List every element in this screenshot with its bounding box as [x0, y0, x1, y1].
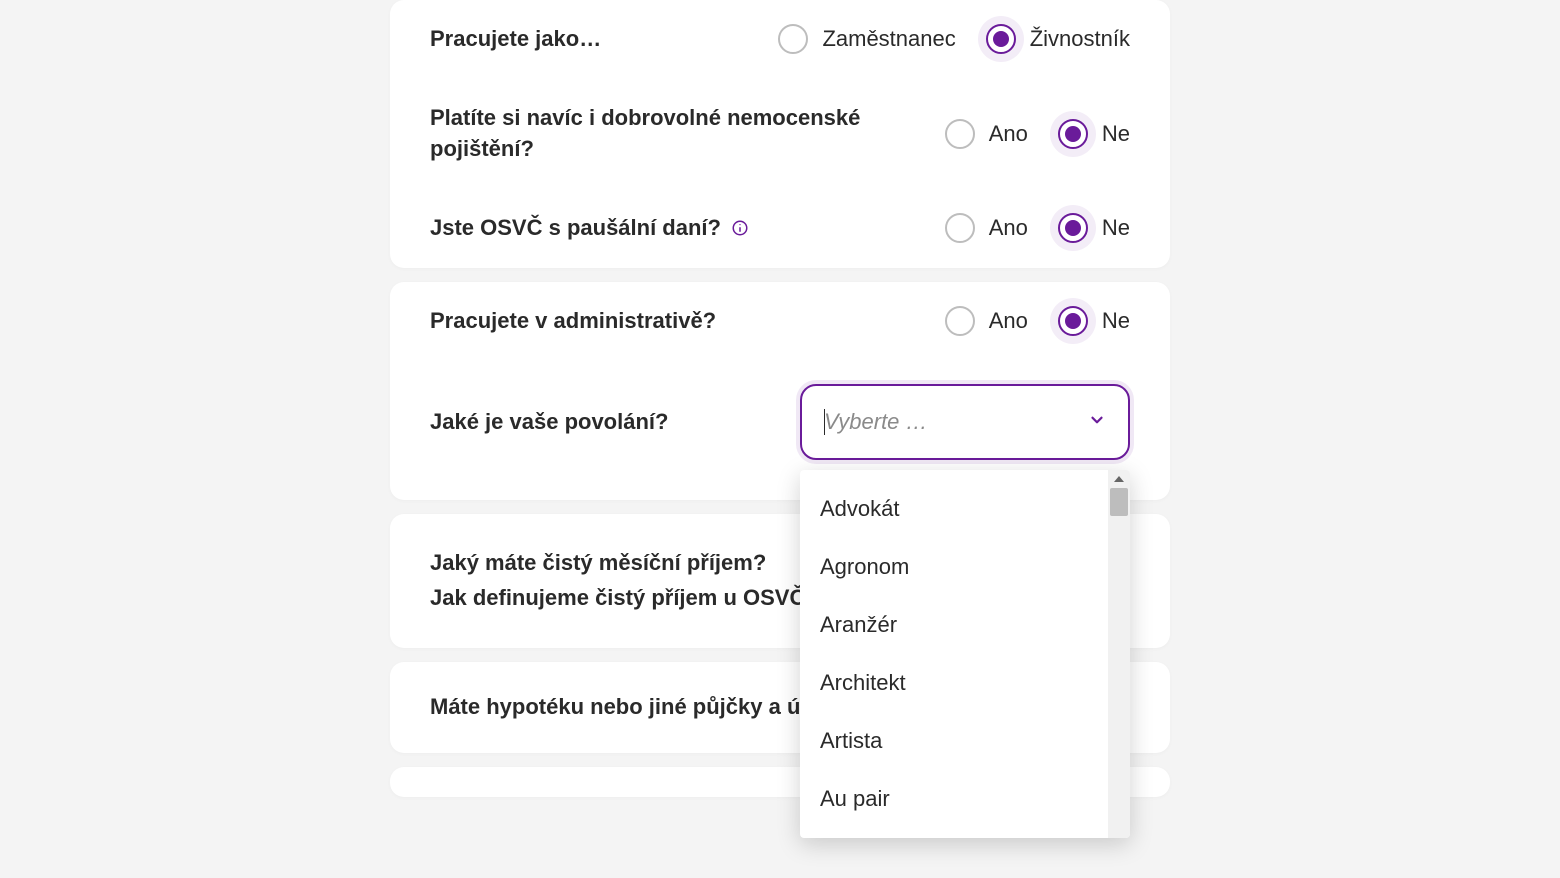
radio-label-no: Ne [1102, 308, 1130, 334]
row-flat-tax: Jste OSVČ s paušální daní? Ano Ne [430, 189, 1130, 268]
card-employment: Pracujete jako… Zaměstnanec Živnostník P… [390, 0, 1170, 268]
dropdown-item-aranzer[interactable]: Aranžér [800, 596, 1108, 654]
dropdown-item-architekt[interactable]: Architekt [800, 654, 1108, 712]
profession-select-wrap: Vyberte … Advokát Agronom Aranžér Archit… [800, 384, 1130, 460]
text-cursor-icon [824, 409, 825, 435]
question-administration: Pracujete v administrativě? [430, 306, 925, 337]
card-administration: Pracujete v administrativě? Ano Ne Jaké … [390, 282, 1170, 501]
radio-circle-selected-icon [986, 24, 1016, 54]
radio-flat-no[interactable]: Ne [1058, 213, 1130, 243]
radio-circle-icon [778, 24, 808, 54]
dropdown-item-artista[interactable]: Artista [800, 712, 1108, 770]
dropdown-scrollbar[interactable] [1108, 470, 1130, 838]
radio-admin-yes[interactable]: Ano [945, 306, 1028, 336]
row-administration: Pracujete v administrativě? Ano Ne [430, 282, 1130, 361]
row-work-as: Pracujete jako… Zaměstnanec Živnostník [430, 0, 1130, 79]
radio-employee[interactable]: Zaměstnanec [778, 24, 955, 54]
radio-label-yes: Ano [989, 121, 1028, 147]
radio-circle-selected-icon [1058, 306, 1088, 336]
radio-freelancer[interactable]: Živnostník [986, 24, 1130, 54]
scroll-up-icon[interactable] [1108, 470, 1130, 488]
dropdown-item-agronom[interactable]: Agronom [800, 538, 1108, 596]
profession-dropdown: Advokát Agronom Aranžér Architekt Artist… [800, 470, 1130, 838]
question-sick-insurance: Platíte si navíc i dobrovolné nemocenské… [430, 103, 925, 165]
radio-label-no: Ne [1102, 215, 1130, 241]
options-work-as: Zaměstnanec Živnostník [778, 24, 1130, 54]
options-sick-insurance: Ano Ne [945, 119, 1130, 149]
dropdown-item-advokat[interactable]: Advokát [800, 480, 1108, 538]
profession-placeholder: Vyberte … [824, 409, 1088, 435]
placeholder-text: Vyberte … [824, 409, 928, 434]
dropdown-list: Advokát Agronom Aranžér Architekt Artist… [800, 470, 1108, 838]
radio-label-no: Ne [1102, 121, 1130, 147]
radio-circle-selected-icon [1058, 213, 1088, 243]
question-work-as: Pracujete jako… [430, 24, 758, 55]
scroll-track[interactable] [1108, 488, 1130, 838]
radio-sick-yes[interactable]: Ano [945, 119, 1028, 149]
options-administration: Ano Ne [945, 306, 1130, 336]
question-profession: Jaké je vaše povolání? [430, 407, 780, 438]
radio-sick-no[interactable]: Ne [1058, 119, 1130, 149]
radio-circle-icon [945, 119, 975, 149]
radio-admin-no[interactable]: Ne [1058, 306, 1130, 336]
row-sick-insurance: Platíte si navíc i dobrovolné nemocenské… [430, 79, 1130, 189]
options-flat-tax: Ano Ne [945, 213, 1130, 243]
chevron-down-icon [1088, 411, 1106, 434]
radio-label-employee: Zaměstnanec [822, 26, 955, 52]
row-profession: Jaké je vaše povolání? Vyberte … Advokát… [430, 360, 1130, 500]
radio-label-freelancer: Živnostník [1030, 26, 1130, 52]
question-flat-tax: Jste OSVČ s paušální daní? [430, 213, 925, 244]
radio-label-yes: Ano [989, 308, 1028, 334]
radio-circle-selected-icon [1058, 119, 1088, 149]
radio-flat-yes[interactable]: Ano [945, 213, 1028, 243]
question-flat-tax-text: Jste OSVČ s paušální daní? [430, 215, 721, 240]
radio-circle-icon [945, 213, 975, 243]
dropdown-item-aupair[interactable]: Au pair [800, 770, 1108, 828]
scroll-thumb[interactable] [1110, 488, 1128, 516]
radio-label-yes: Ano [989, 215, 1028, 241]
info-icon[interactable] [731, 219, 749, 237]
income-line-2-text: Jak definujeme čistý příjem u OSVČ? [430, 585, 819, 610]
profession-select[interactable]: Vyberte … [800, 384, 1130, 460]
radio-circle-icon [945, 306, 975, 336]
